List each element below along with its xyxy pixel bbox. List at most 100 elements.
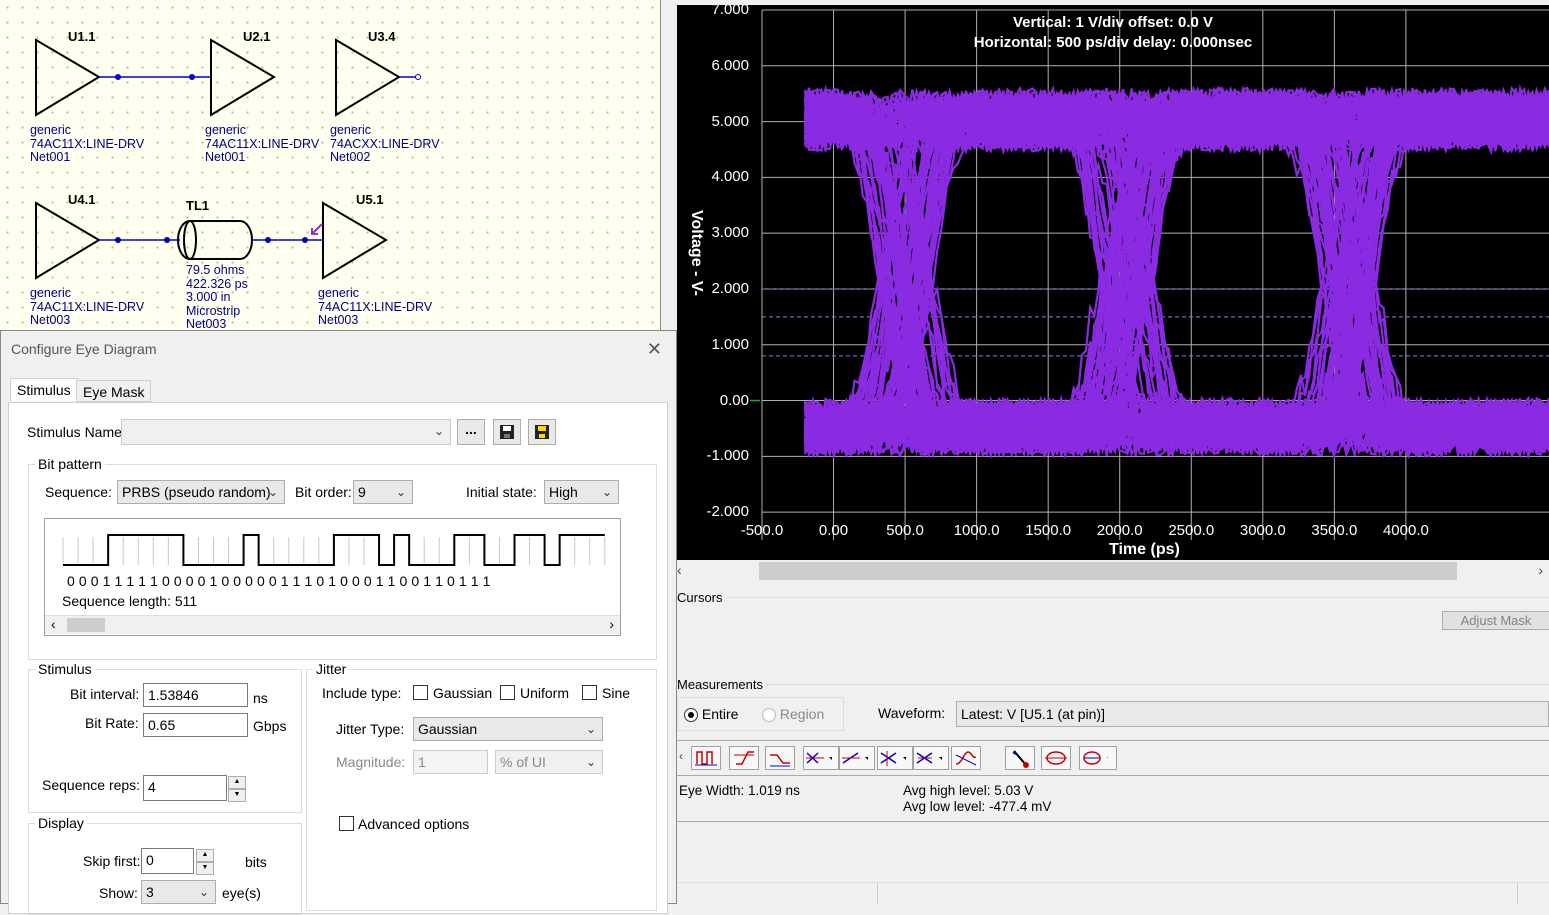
scroll-left-icon[interactable]: ‹ <box>51 616 56 632</box>
x-tick-label: 500.0 <box>886 522 924 539</box>
toolbar-scroll-left-icon[interactable]: ‹ <box>679 749 683 763</box>
x-tick-label: 2500.0 <box>1168 522 1215 539</box>
y-tick-label: -2.000 <box>706 503 749 521</box>
adjust-mask-button[interactable]: Adjust Mask <box>1442 611 1549 630</box>
x-tick-label: 1000.0 <box>953 522 1000 539</box>
chevron-down-icon: ⌄ <box>585 755 596 769</box>
magnitude-input[interactable]: 1 <box>413 750 488 774</box>
measurement-results: Eye Width: 1.019 ns Avg high level: 5.03… <box>677 775 1549 822</box>
eye-height-tool-icon[interactable] <box>803 746 839 770</box>
bit-interval-input[interactable]: 1.53846 <box>143 683 248 707</box>
stimulus-legend: Stimulus <box>35 661 95 677</box>
uniform-label: Uniform <box>520 685 570 701</box>
jitter-type-select[interactable]: Gaussian ⌄ <box>413 717 603 741</box>
gaussian-checkbox[interactable] <box>413 685 428 700</box>
bit-rate-input[interactable]: 0.65 <box>143 713 248 737</box>
buffer-symbol-u1 <box>35 38 101 117</box>
bit-order-select[interactable]: 9 ⌄ <box>353 480 413 504</box>
cursors-group <box>677 597 1549 668</box>
scroll-right-icon[interactable]: › <box>1538 562 1543 578</box>
close-icon[interactable]: ✕ <box>647 339 662 360</box>
waveform-select[interactable]: Latest: V [U5.1 (at pin)] <box>956 701 1549 727</box>
chevron-down-icon: ⌄ <box>267 485 278 499</box>
magnitude-unit-select[interactable]: % of UI ⌄ <box>495 750 603 774</box>
probe-tool-icon[interactable] <box>1005 746 1035 770</box>
part-ref: U5.1 <box>356 192 384 207</box>
bit-sequence-text: 0 0 0 1 1 1 1 1 0 0 0 0 1 0 0 0 0 0 1 1 … <box>67 573 491 589</box>
bit-order-label: Bit order: <box>295 484 352 500</box>
region-radio[interactable]: Region <box>762 706 824 723</box>
bit-rate-unit: Gbps <box>253 718 287 734</box>
scrollbar-thumb[interactable] <box>67 618 105 632</box>
part-label: generic 74AC11X:LINE-DRV Net003 <box>318 286 433 327</box>
show-select[interactable]: 3 ⌄ <box>141 880 216 904</box>
part-label: generic 74AC11X:LINE-DRV Net001 <box>30 123 145 164</box>
sequence-select[interactable]: PRBS (pseudo random) ⌄ <box>117 480 285 504</box>
sine-checkbox[interactable] <box>582 685 597 700</box>
tab-eye-mask[interactable]: Eye Mask <box>76 380 152 402</box>
bit-rate-label: Bit Rate: <box>85 715 139 731</box>
advanced-options-label: Advanced options <box>358 816 470 832</box>
eye-width-tool-icon[interactable] <box>877 746 913 770</box>
scope-horizontal-scrollbar[interactable]: ‹ › <box>677 560 1549 582</box>
y-tick-label: 6.000 <box>711 56 749 74</box>
save-icon[interactable] <box>493 419 521 445</box>
jitter-legend: Jitter <box>313 661 350 677</box>
sequence-reps-spinner[interactable]: ▲ ▼ <box>228 776 246 802</box>
x-tick-label: 3500.0 <box>1311 522 1358 539</box>
eye-diagram-canvas <box>750 9 1549 540</box>
part-label: generic 74AC11X:LINE-DRV Net001 <box>205 123 320 164</box>
scrollbar-thumb[interactable] <box>759 562 1457 580</box>
x-axis-label: Time (ps) <box>1109 541 1180 558</box>
x-tick-label: 4000.0 <box>1382 522 1429 539</box>
skip-first-spinner[interactable]: ▲ ▼ <box>196 849 214 875</box>
y-tick-label: 5.000 <box>711 112 749 130</box>
dialog-title: Configure Eye Diagram <box>11 341 157 357</box>
uniform-checkbox[interactable] <box>500 685 515 700</box>
radio-icon[interactable] <box>762 708 776 723</box>
y-tick-label: 3.000 <box>711 224 749 242</box>
eye-diagram-plot: Vertical: 1 V/div offset: 0.0 V Horizont… <box>677 5 1549 560</box>
overshoot-tool-icon[interactable] <box>951 746 981 770</box>
eye-pattern-tool-icon[interactable] <box>691 746 721 770</box>
sine-label: Sine <box>602 685 631 701</box>
y-tick-label: 2.000 <box>711 279 749 297</box>
stimulus-name-label: Stimulus Name: <box>27 424 126 440</box>
entire-radio[interactable]: Entire <box>684 706 738 723</box>
bit-pattern-preview: 0 0 0 1 1 1 1 1 0 0 0 0 1 0 0 0 0 0 1 1 … <box>44 518 621 636</box>
browse-button[interactable]: ... <box>457 419 485 445</box>
scroll-left-icon[interactable]: ‹ <box>677 562 682 578</box>
bit-pattern-scrollbar[interactable]: ‹ › <box>45 615 620 634</box>
mask-options-tool-icon[interactable] <box>1079 746 1117 770</box>
measurements-divider <box>677 684 1549 685</box>
scroll-right-icon[interactable]: › <box>609 616 614 632</box>
chevron-down-icon: ⌄ <box>433 424 444 438</box>
magnitude-label: Magnitude: <box>336 754 406 770</box>
chevron-down-icon: ⌄ <box>198 885 209 899</box>
stimulus-name-select[interactable]: ⌄ <box>121 419 451 445</box>
schematic-canvas[interactable]: U1.1 U2.1 U3.4 U4.1 TL1 U5.1 generic 74AC… <box>0 0 661 332</box>
x-tick-label: 0.00 <box>818 522 849 539</box>
skip-first-input[interactable]: 0 <box>141 848 194 874</box>
save-as-icon[interactable] <box>528 419 556 445</box>
include-type-label: Include type: <box>322 685 402 701</box>
advanced-options-checkbox[interactable] <box>339 816 354 831</box>
rise-time-tool-icon[interactable] <box>729 746 759 770</box>
tab-stimulus[interactable]: Stimulus <box>10 378 78 401</box>
part-label: generic 74AC11X:LINE-DRV Net003 <box>30 286 145 327</box>
show-label: Show: <box>99 885 138 901</box>
eye-crossing-tool-icon[interactable] <box>839 746 875 770</box>
fall-time-tool-icon[interactable] <box>765 746 795 770</box>
eye-width-value: Eye Width: 1.019 ns <box>679 783 800 798</box>
y-tick-label: -1.000 <box>706 447 749 465</box>
sequence-length: Sequence length: 511 <box>62 593 198 609</box>
mask-tool-icon[interactable] <box>1041 746 1071 770</box>
jitter-tool-icon[interactable] <box>913 746 949 770</box>
show-unit: eye(s) <box>222 885 261 901</box>
initial-state-select[interactable]: High ⌄ <box>544 480 619 504</box>
x-tick-label: 3000.0 <box>1239 522 1286 539</box>
scope-title-horizontal: Horizontal: 500 ps/div delay: 0.000nsec <box>973 34 1253 51</box>
radio-selected-icon[interactable] <box>684 708 698 723</box>
sequence-reps-input[interactable]: 4 <box>143 775 227 801</box>
bit-interval-label: Bit interval: <box>70 686 140 702</box>
